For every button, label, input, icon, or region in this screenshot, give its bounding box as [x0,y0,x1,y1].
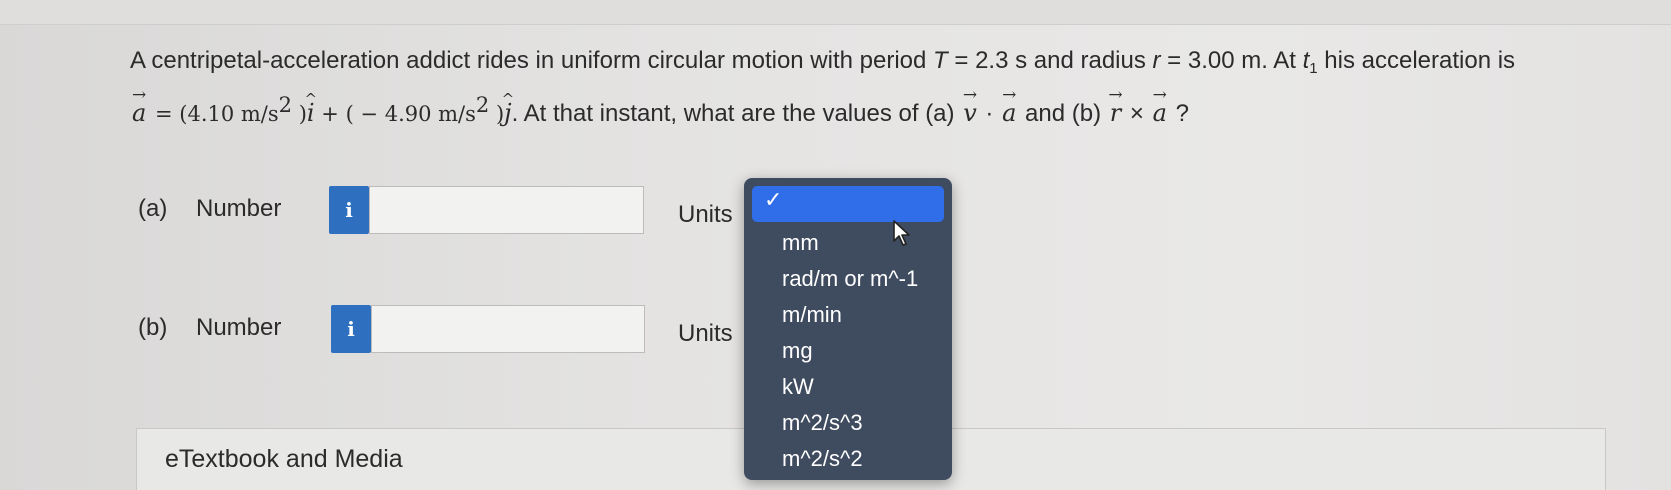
part-a-tag: (a) [138,195,168,222]
part-a-units-label: Units [678,201,733,228]
part-b-number-input[interactable] [371,305,645,353]
question-mark: ? [1168,100,1189,127]
radius-symbol: r [1152,47,1161,74]
etextbook-label: eTextbook and Media [165,445,403,473]
part-b-tag: (b) [138,314,168,341]
dropdown-option[interactable]: m^2/s^3 [782,410,863,436]
cross-operator: × [1123,100,1151,127]
question-text-1: A centripetal-acceleration addict rides … [130,47,934,74]
part-a-number-label: Number [196,195,282,222]
i-hat: i [307,96,315,130]
units-dropdown-menu[interactable]: ✓ mm rad/m or m^-1 m/min mg kW m^2/s^3 m… [744,178,952,480]
dropdown-option[interactable]: m/min [782,302,842,328]
velocity-vector: v [961,96,979,130]
time-subscript: 1 [1309,60,1318,77]
dropdown-option[interactable]: kW [782,374,814,400]
y-component-exponent: 2 [475,93,490,117]
question-line-2: a = (4.10 m/s2 )i + ( − 4.90 m/s2 )j. At… [130,88,1630,131]
question-text-2: his acceleration is [1317,47,1516,74]
dot-operator: · [978,100,1001,127]
question-text-4: and (b) [1018,100,1108,127]
question-text-3: . At that instant, what are the values o… [511,100,962,127]
question-line-1: A centripetal-acceleration addict rides … [130,44,1630,86]
part-a-number-input[interactable] [369,186,644,234]
period-symbol: T [933,47,948,74]
j-hat: j [504,96,511,130]
period-value: = 2.3 s and radius [947,47,1153,74]
part-b-number-label: Number [196,314,282,341]
part-b-units-label: Units [678,320,733,347]
mouse-pointer-icon [893,220,910,246]
dropdown-option[interactable]: rad/m or m^-1 [782,266,918,292]
radius-value: = 3.00 m. At [1160,47,1303,74]
y-component: ( − 4.90 m/s [345,102,476,126]
dropdown-selected-option[interactable]: ✓ [752,186,944,222]
acceleration-vector-3: a [1151,96,1169,130]
dropdown-option[interactable]: mm [782,230,819,256]
x-component: (4.10 m/s [179,102,279,126]
dropdown-option[interactable]: m^2/s^2 [782,446,863,472]
acceleration-vector-2: a [1000,96,1018,130]
dropdown-option[interactable]: mg [782,338,813,364]
checkmark-icon: ✓ [764,188,783,213]
top-divider [0,0,1671,25]
part-a-info-icon[interactable]: i [329,186,369,234]
question-text: A centripetal-acceleration addict rides … [130,44,1630,131]
acceleration-vector: a [130,96,148,130]
plus-sign: + [314,102,346,126]
position-vector: r [1108,96,1123,130]
equals-sign: = [148,102,180,126]
part-b-info-icon[interactable]: i [331,305,371,353]
x-component-exponent: 2 [278,93,293,117]
